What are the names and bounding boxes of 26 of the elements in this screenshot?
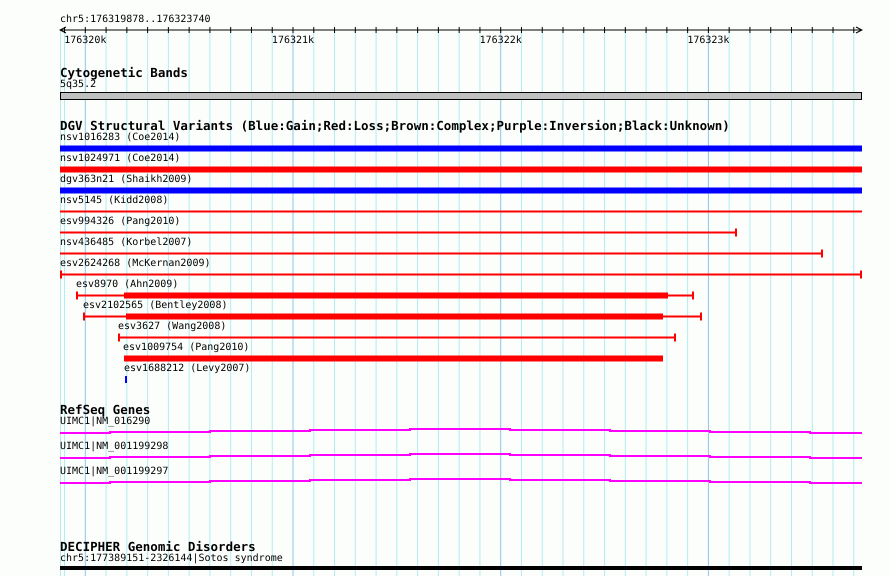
feature-label: esv2624268 (McKernan2009) <box>60 258 212 270</box>
feature-label: esv2102565 (Bentley2008) <box>83 300 228 312</box>
feature-label: nsv1016283 (Coe2014) <box>60 132 182 144</box>
track-title: Cytogenetic Bands <box>60 67 189 79</box>
feature-label: nsv1024971 (Coe2014) <box>60 153 182 165</box>
tick-label: 176321k <box>272 35 314 46</box>
track-title: DGV Structural Variants (Blue:Gain;Red:Loss;Brown:Complex;Purple:Inversion;Black:Unknown) <box>60 120 731 132</box>
feature-label: UIMC1|NM_001199297 <box>60 466 170 478</box>
region-label: chr5:176319878..176323740 <box>60 14 212 25</box>
feature-label: esv1009754 (Pang2010) <box>123 342 250 354</box>
tick-label: 176323k <box>687 35 730 46</box>
tick-label: 176320k <box>64 35 106 46</box>
track-title: DECIPHER Genomic Disorders <box>60 541 256 553</box>
feature-label: UIMC1|NM_001199298 <box>60 441 170 453</box>
feature-label: nsv5145 (Kidd2008) <box>60 195 170 207</box>
feature-label: dgv363n21 (Shaikh2009) <box>60 174 194 186</box>
track-title: RefSeq Genes <box>60 404 152 416</box>
feature-label: esv8970 (Ahn2009) <box>76 279 180 291</box>
feature-label: UIMC1|NM_016290 <box>60 416 152 428</box>
feature-label: 5q35.2 <box>60 79 96 90</box>
feature-label: esv1688212 (Levy2007) <box>124 363 252 375</box>
tick-label: 176322k <box>480 35 522 46</box>
feature-label: nsv436485 (Korbel2007) <box>60 237 194 249</box>
feature-label: esv3627 (Wang2008) <box>118 321 228 333</box>
feature-label: esv994326 (Pang2010) <box>60 216 182 228</box>
feature-label: chr5:177389151-2326144|Sotos syndrome <box>60 553 284 565</box>
